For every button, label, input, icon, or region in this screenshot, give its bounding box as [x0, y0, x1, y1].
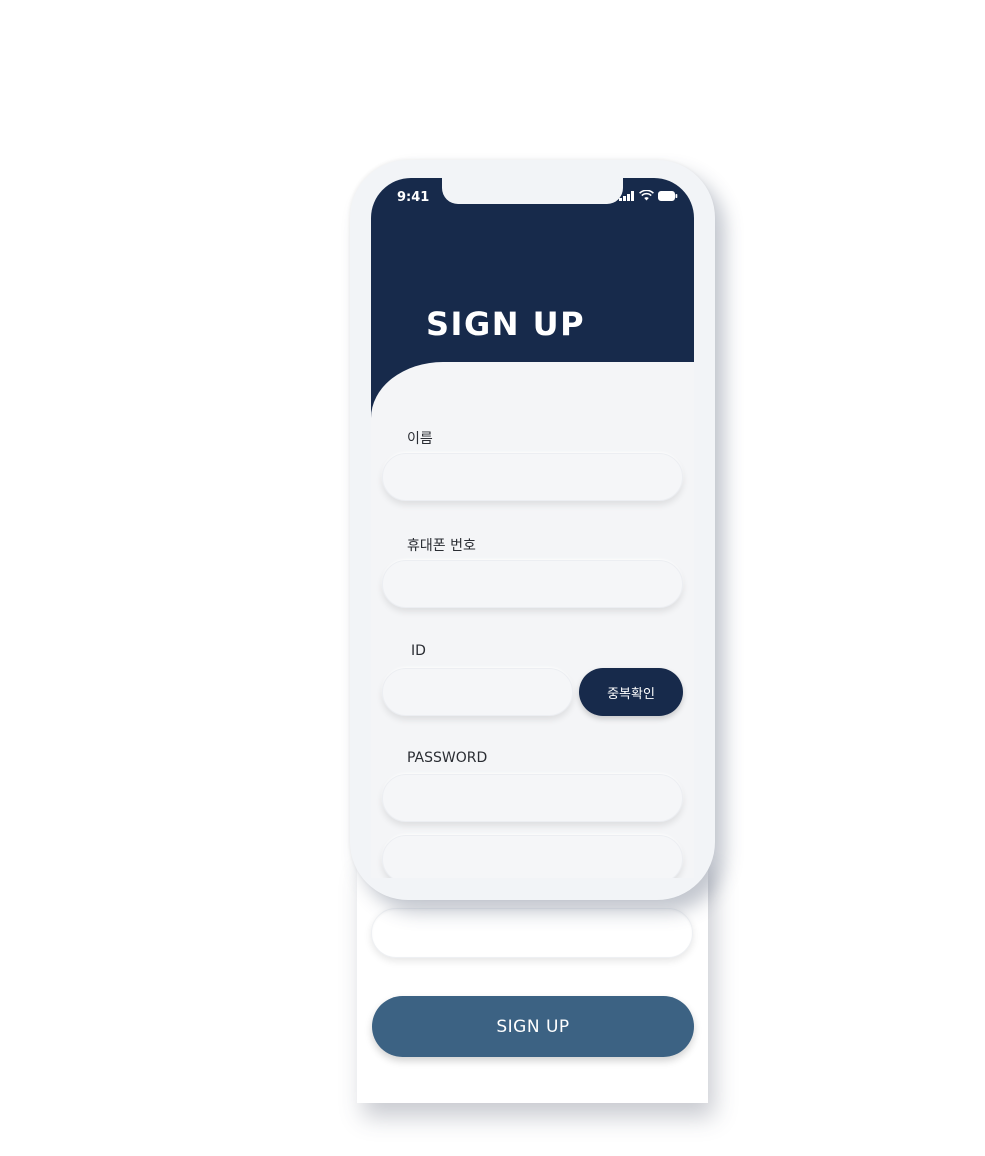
wifi-icon	[639, 190, 654, 201]
signup-submit-button[interactable]: SIGN UP	[372, 996, 694, 1057]
password-label: PASSWORD	[407, 750, 488, 766]
phone-input[interactable]	[382, 560, 683, 608]
password-input[interactable]	[382, 774, 683, 822]
name-label: 이름	[407, 431, 433, 447]
phone-screen: 9:41 SIGN UP 이름 휴대폰 번호 ID 중복확인 PASSWORD	[371, 178, 694, 878]
password-confirm-input-partial[interactable]	[382, 835, 683, 878]
phone-label: 휴대폰 번호	[407, 538, 476, 554]
stage: SIGN UP 9:41 SIGN UP 이름 휴대폰 번호 ID 중복확인 P…	[0, 0, 985, 1156]
status-icons	[619, 190, 678, 201]
name-input[interactable]	[382, 453, 683, 501]
cellular-signal-icon	[619, 190, 634, 201]
password-confirm-input[interactable]	[371, 908, 693, 958]
duplicate-check-button[interactable]: 중복확인	[579, 668, 683, 716]
id-label: ID	[411, 643, 426, 659]
phone-frame: 9:41 SIGN UP 이름 휴대폰 번호 ID 중복확인 PASSWORD	[350, 160, 715, 900]
status-time: 9:41	[397, 190, 430, 205]
phone-notch	[442, 178, 623, 204]
page-title: SIGN UP	[426, 305, 586, 343]
battery-icon	[658, 190, 678, 201]
id-input[interactable]	[382, 668, 573, 716]
